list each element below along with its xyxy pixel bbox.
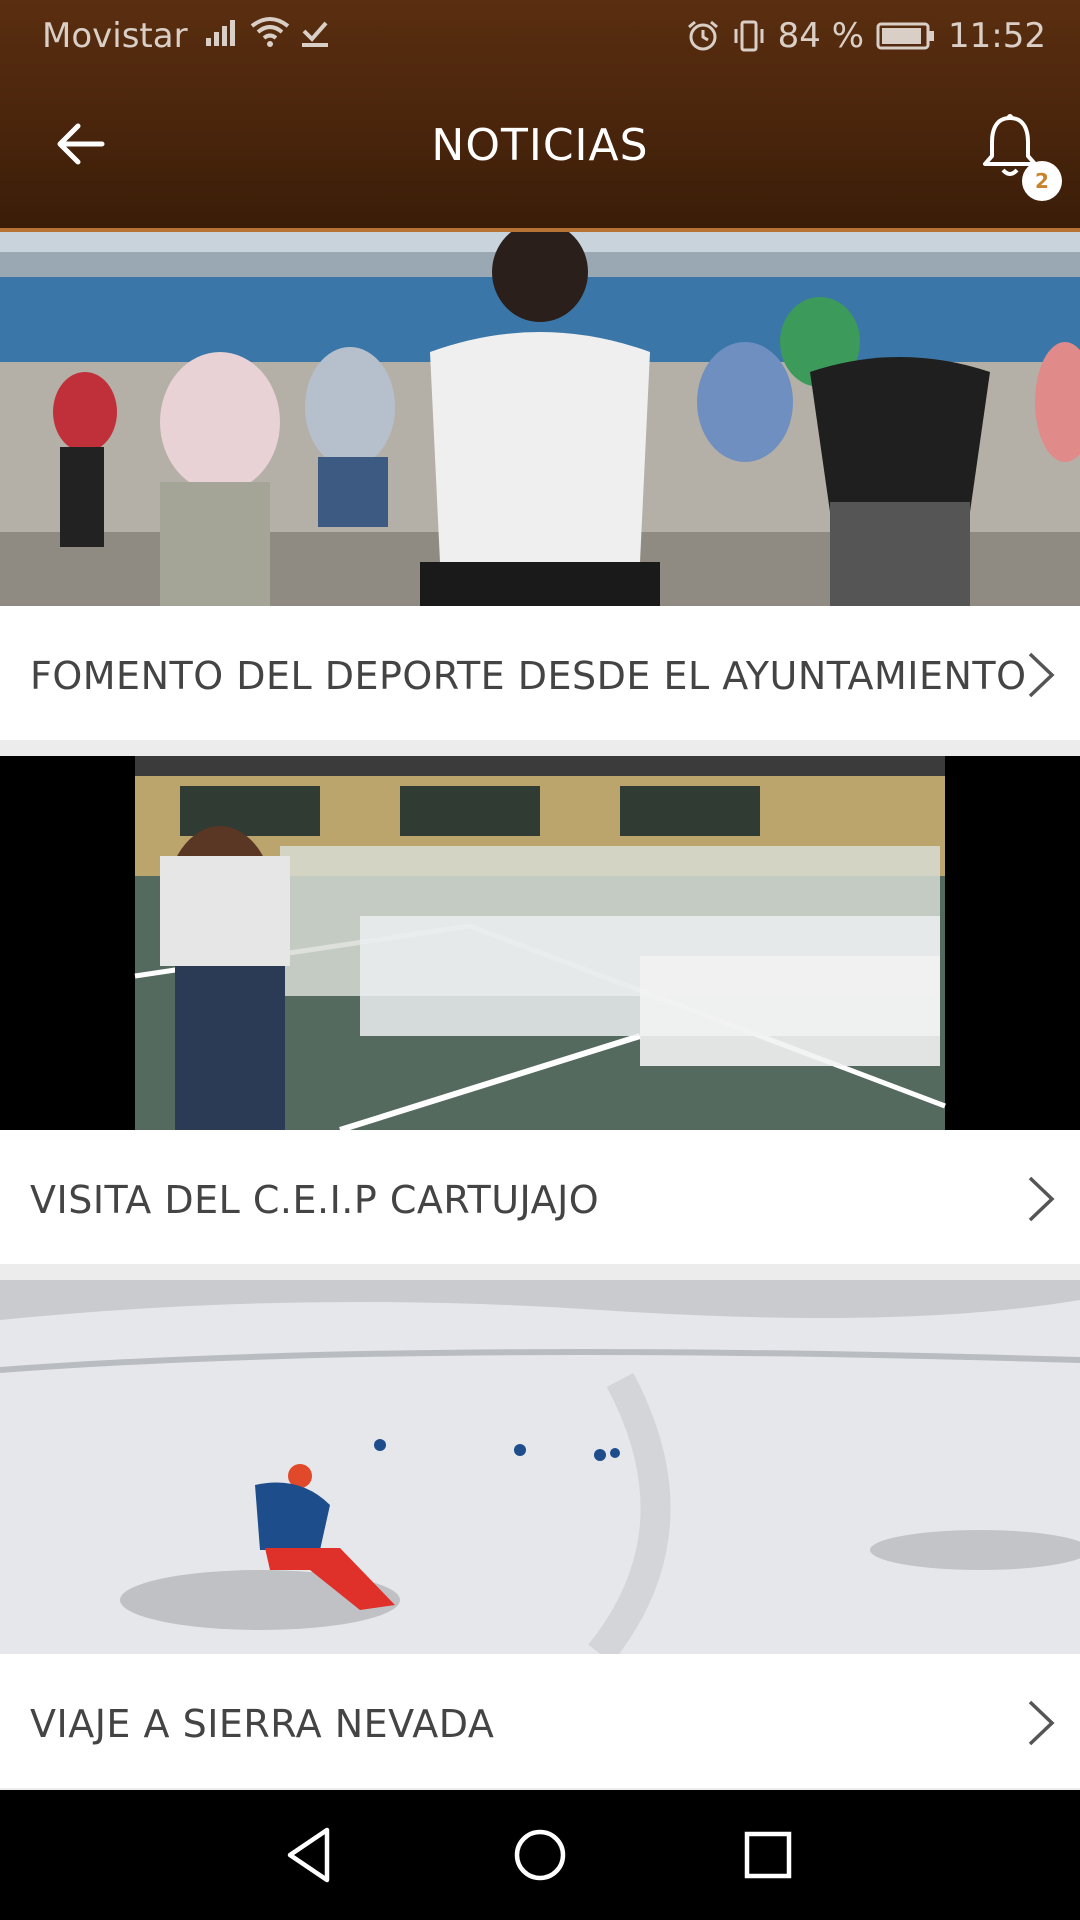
news-image xyxy=(0,756,1080,1130)
nav-recents-button[interactable] xyxy=(733,1820,803,1890)
news-title-row[interactable]: VIAJE A SIERRA NEVADA xyxy=(0,1654,1080,1788)
news-title-row[interactable]: FOMENTO DEL DEPORTE DESDE EL AYUNTAMIENT… xyxy=(0,606,1080,740)
ski-slope-photo xyxy=(0,1280,1080,1654)
news-title: VIAJE A SIERRA NEVADA xyxy=(30,1702,495,1746)
alarm-icon xyxy=(687,20,718,51)
chevron-right-icon xyxy=(1028,652,1055,698)
notification-badge: 2 xyxy=(1022,161,1062,201)
nav-home-button[interactable] xyxy=(505,1820,575,1890)
school-gym-photo xyxy=(0,756,1080,1130)
news-title-row[interactable]: VISITA DEL C.E.I.P CARTUJAJO xyxy=(0,1130,1080,1264)
news-image xyxy=(0,1280,1080,1654)
carrier-label: Movistar xyxy=(42,16,188,56)
nav-back-button[interactable] xyxy=(275,1820,345,1890)
app-header: Movistar 84 % 11:52 NOTICIAS 2 xyxy=(0,0,1080,228)
clock: 11:52 xyxy=(948,16,1046,56)
news-image xyxy=(0,232,1080,606)
news-card[interactable]: FOMENTO DEL DEPORTE DESDE EL AYUNTAMIENT… xyxy=(0,232,1080,740)
square-recents-icon xyxy=(744,1831,792,1879)
wifi-icon xyxy=(250,17,290,47)
news-title: VISITA DEL C.E.I.P CARTUJAJO xyxy=(30,1178,600,1222)
battery-percent: 84 % xyxy=(777,16,865,56)
chevron-right-icon xyxy=(1028,1176,1055,1222)
status-icons-left xyxy=(206,16,330,48)
download-done-icon xyxy=(302,21,328,47)
outdoor-fitness-photo xyxy=(0,232,1080,606)
signal-icon xyxy=(206,20,235,46)
battery-icon xyxy=(876,22,935,50)
triangle-back-icon xyxy=(287,1827,330,1883)
system-nav-bar xyxy=(0,1790,1080,1920)
circle-home-icon xyxy=(514,1829,566,1881)
news-card[interactable]: VIAJE A SIERRA NEVADA xyxy=(0,1280,1080,1788)
news-title: FOMENTO DEL DEPORTE DESDE EL AYUNTAMIENT… xyxy=(30,654,1027,698)
status-icons-right: 84 % 11:52 xyxy=(686,16,1046,56)
status-bar: Movistar 84 % 11:52 xyxy=(0,0,1080,74)
chevron-right-icon xyxy=(1028,1700,1055,1746)
page-title: NOTICIAS xyxy=(431,120,649,171)
vibrate-icon xyxy=(734,20,764,52)
news-card[interactable]: VISITA DEL C.E.I.P CARTUJAJO xyxy=(0,756,1080,1264)
